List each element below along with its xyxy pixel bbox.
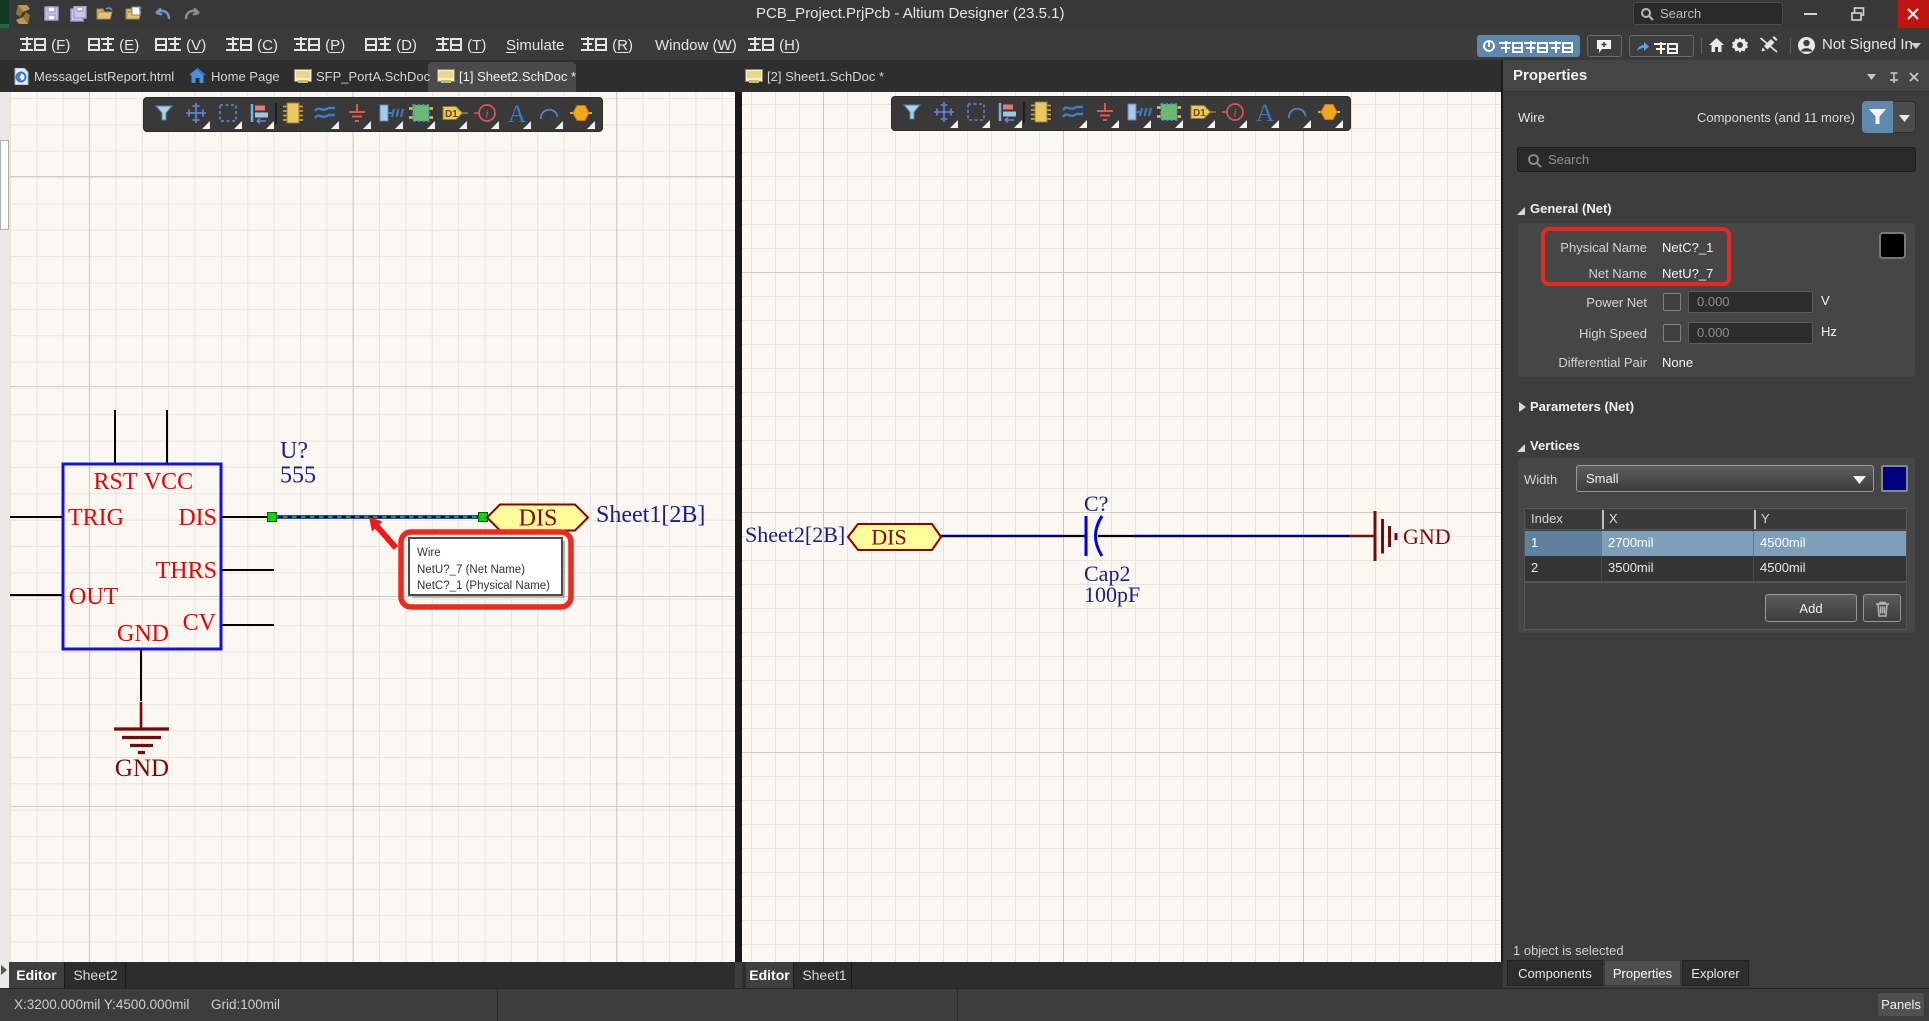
svg-text:i: i <box>485 107 488 121</box>
svg-text:DIS: DIS <box>178 505 217 531</box>
svg-text:i: i <box>1233 106 1236 120</box>
svg-text:GND: GND <box>1403 524 1451 549</box>
svg-text:D1: D1 <box>445 109 458 120</box>
svg-text:Sheet1[2B]: Sheet1[2B] <box>596 502 705 528</box>
svg-text:GND: GND <box>115 755 169 782</box>
svg-text:100pF: 100pF <box>1084 582 1140 607</box>
svg-text:Wire: Wire <box>417 547 441 559</box>
svg-text:NetC?_1 (Physical Name): NetC?_1 (Physical Name) <box>417 580 550 592</box>
svg-text:NetU?_7 (Net Name): NetU?_7 (Net Name) <box>417 564 525 576</box>
svg-text:A: A <box>1256 100 1274 127</box>
svg-text:OUT: OUT <box>69 584 119 610</box>
svg-text:THRS: THRS <box>156 558 217 584</box>
svg-text:Sheet2[2B]: Sheet2[2B] <box>745 522 845 547</box>
svg-text:CV: CV <box>183 610 217 636</box>
svg-text:C?: C? <box>1084 491 1108 516</box>
svg-text:GND: GND <box>117 621 169 647</box>
svg-text:DIS: DIS <box>519 506 558 532</box>
svg-text:RST: RST <box>93 469 137 495</box>
svg-text:555: 555 <box>280 463 316 489</box>
svg-text:TRIG: TRIG <box>68 505 124 531</box>
svg-text:DIS: DIS <box>871 525 906 550</box>
svg-text:D1: D1 <box>1193 108 1206 119</box>
svg-text:U?: U? <box>280 438 308 464</box>
svg-text:VCC: VCC <box>144 469 193 495</box>
svg-text:A: A <box>508 101 526 128</box>
